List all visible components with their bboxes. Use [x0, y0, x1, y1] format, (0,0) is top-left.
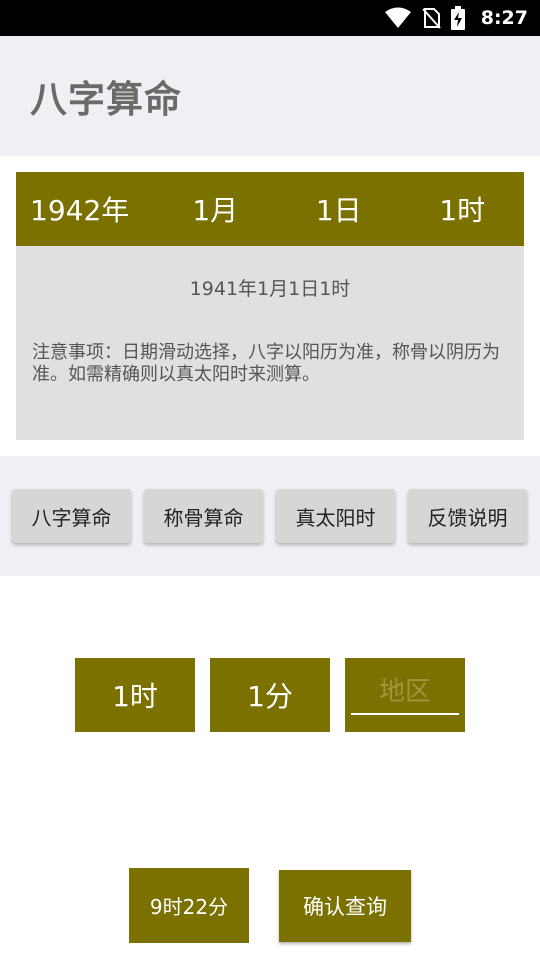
minute-input[interactable]: 1分 [210, 658, 330, 732]
tab-feedback-button[interactable]: 反馈说明 [408, 489, 527, 543]
wifi-icon [384, 7, 411, 28]
date-picker-bar: 1942年 1月 1日 1时 [16, 172, 524, 246]
no-sim-icon [421, 8, 441, 29]
solar-time-result: 9时22分 [129, 868, 249, 943]
status-time: 8:27 [480, 7, 528, 29]
region-input[interactable] [351, 671, 459, 715]
tab-chenggu-button[interactable]: 称骨算命 [144, 489, 263, 543]
page-title: 八字算命 [30, 78, 182, 121]
battery-charging-icon [450, 6, 465, 30]
hour-selector[interactable]: 1时 [401, 189, 525, 229]
notice-text: 注意事项：日期滑动选择，八字以阳历为准，称骨以阴历为准。如需精确则以真太阳时来测… [32, 342, 500, 385]
info-panel: 1941年1月1日1时 注意事项：日期滑动选择，八字以阳历为准，称骨以阴历为准。… [16, 246, 524, 440]
tab-solar-time-button[interactable]: 真太阳时 [276, 489, 395, 543]
selected-date-result: 1941年1月1日1时 [189, 278, 351, 300]
tab-bazi-button[interactable]: 八字算命 [12, 489, 131, 543]
day-selector[interactable]: 1日 [277, 189, 401, 229]
year-selector[interactable]: 1942年 [16, 189, 154, 229]
hour-input[interactable]: 1时 [75, 658, 195, 732]
confirm-query-button[interactable]: 确认查询 [279, 870, 411, 942]
region-field [345, 658, 465, 732]
app-header: 八字算命 [0, 36, 540, 156]
month-selector[interactable]: 1月 [154, 189, 278, 229]
status-bar: 8:27 [0, 0, 540, 36]
tab-bar: 八字算命 称骨算命 真太阳时 反馈说明 [0, 456, 540, 576]
